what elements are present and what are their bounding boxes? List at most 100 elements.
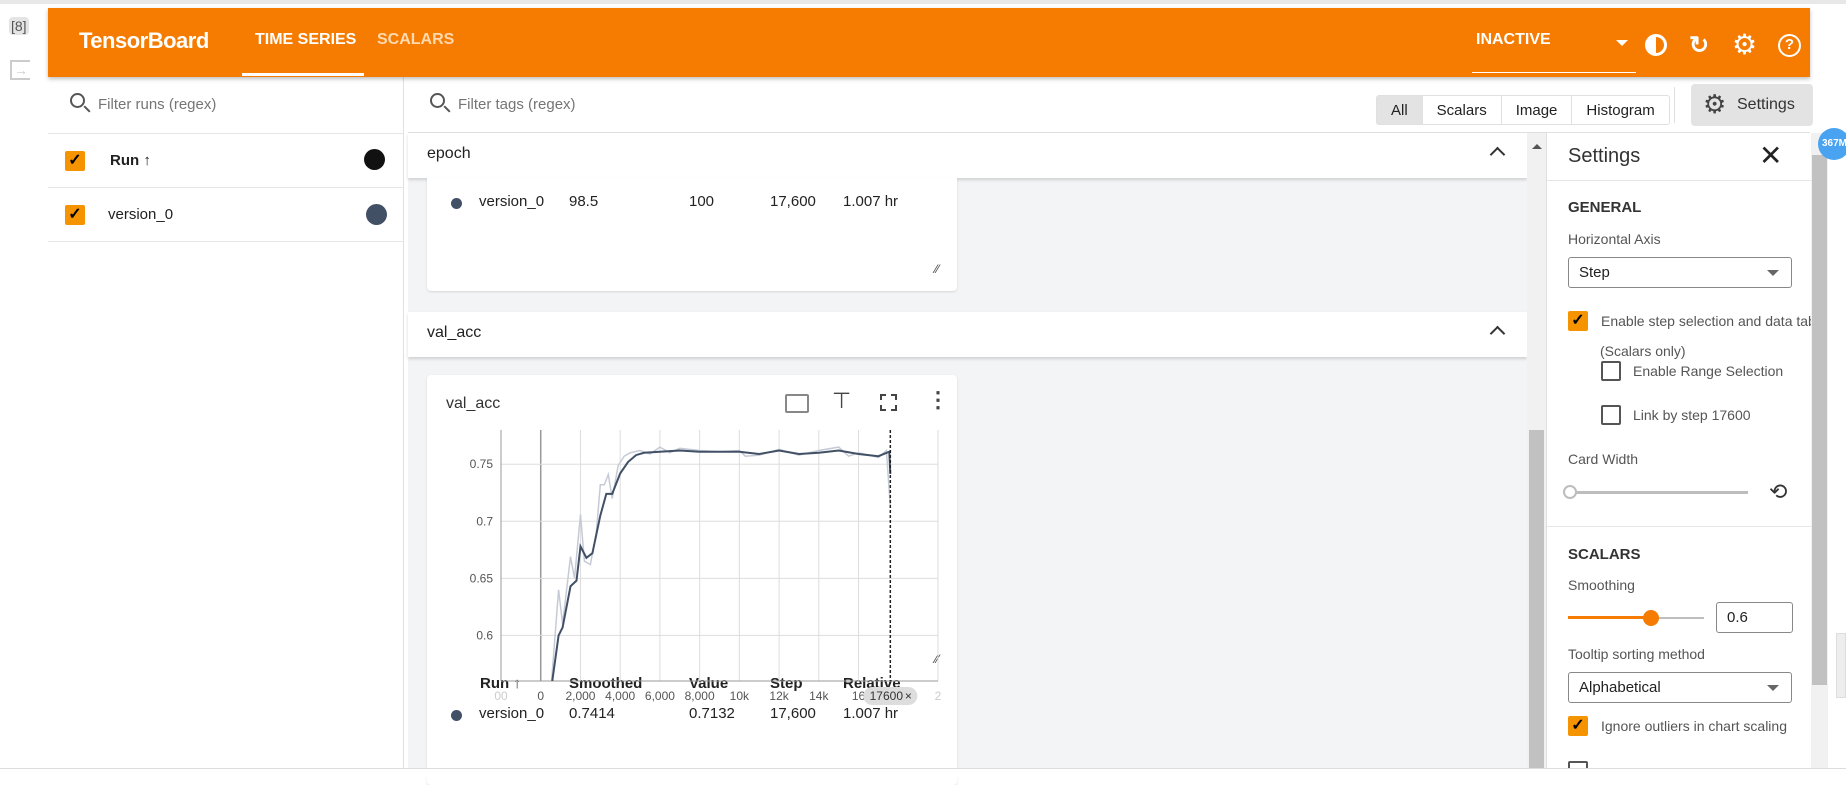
more-vert-icon[interactable]: ⋮	[927, 387, 949, 413]
active-tab-underline	[242, 73, 364, 76]
filter-histogram-button[interactable]: Histogram	[1571, 96, 1668, 124]
x-tick-label: 00	[494, 689, 508, 703]
x-tick-label: 14k	[809, 689, 829, 703]
cell-value: 100	[689, 193, 715, 210]
selected-value: Alphabetical	[1579, 679, 1661, 696]
card-width-slider-thumb[interactable]	[1563, 485, 1577, 499]
cell-step: 17,600	[770, 193, 816, 210]
tooltip-sort-select[interactable]: Alphabetical	[1568, 672, 1792, 703]
search-icon-handle	[443, 105, 451, 113]
divider	[48, 241, 404, 242]
smoothing-value: 0.6	[1727, 609, 1748, 626]
search-icon-handle	[83, 105, 91, 113]
runs-sidebar: ✓ Run ↑ ✓ version_0	[48, 77, 404, 777]
chevron-up-icon[interactable]	[1489, 146, 1506, 163]
link-by-step-checkbox[interactable]	[1601, 405, 1621, 425]
resize-handle-icon[interactable]: ⁄⁄	[935, 262, 939, 276]
settings-title: Settings	[1568, 145, 1641, 167]
scroll-up-arrow-icon[interactable]	[1532, 139, 1542, 149]
scalars-heading: SCALARS	[1568, 546, 1641, 563]
cell-run: version_0	[479, 193, 545, 210]
divider	[1547, 526, 1811, 527]
scrollbar-thumb[interactable]	[1529, 430, 1544, 777]
group-header-val-acc[interactable]: val_acc	[408, 312, 1527, 357]
tab-count-badge[interactable]: [8]	[9, 17, 29, 35]
range-selection-label: Enable Range Selection	[1633, 363, 1784, 379]
status-underline	[1472, 72, 1636, 73]
x-tick-label: 12k	[769, 689, 789, 703]
cell-smoothed: 98.5	[569, 193, 599, 210]
run-checkbox[interactable]: ✓	[65, 205, 85, 225]
x-tick-label: 2	[935, 689, 942, 703]
tooltip-sort-label: Tooltip sorting method	[1568, 646, 1705, 662]
memory-badge: 367M	[1818, 128, 1846, 160]
horizontal-axis-select[interactable]: Step	[1568, 257, 1792, 288]
x-tick-label: 8,000	[685, 689, 715, 703]
select-all-runs-checkbox[interactable]: ✓	[65, 151, 85, 171]
run-status-select[interactable]: INACTIVE	[1476, 31, 1551, 49]
scrollbar-thumb[interactable]	[1812, 155, 1827, 685]
tab-scalars[interactable]: SCALARS	[377, 31, 454, 49]
smoothing-slider-thumb[interactable]	[1643, 610, 1659, 626]
x-tick-label: 10k	[730, 689, 750, 703]
link-by-step-label: Link by step 17600	[1633, 407, 1751, 423]
refresh-icon[interactable]: ↻	[1689, 31, 1709, 60]
close-icon[interactable]: ✕	[1759, 139, 1782, 172]
smoothing-label: Smoothing	[1568, 577, 1635, 593]
plugin-type-filter: All Scalars Image Histogram	[1376, 95, 1670, 125]
filter-runs-input[interactable]	[98, 91, 378, 117]
range-selection-checkbox[interactable]	[1601, 361, 1621, 381]
divider	[48, 133, 404, 134]
x-tick-label: 0	[537, 689, 544, 703]
group-title: epoch	[427, 145, 471, 162]
val-acc-chart[interactable]: 00 0 2,000 4,000 6,000 8,000 10k 12k 14k 16 20.60.…	[440, 425, 950, 715]
main-toolbar: All Scalars Image Histogram ⚙ Settings	[408, 77, 1813, 133]
card-width-slider[interactable]	[1568, 491, 1748, 494]
main-scrollbar[interactable]	[1527, 133, 1546, 777]
side-scroll-tab[interactable]	[1836, 633, 1846, 698]
tab-time-series[interactable]: TIME SERIES	[255, 31, 356, 49]
y-tick-label: 0.7	[476, 514, 493, 528]
divider	[1674, 87, 1675, 123]
scalars-only-note: (Scalars only)	[1600, 343, 1686, 359]
bottom-border	[0, 768, 1846, 777]
remove-step-icon: ×	[905, 689, 912, 703]
filter-image-button[interactable]: Image	[1500, 96, 1572, 124]
general-heading: GENERAL	[1568, 199, 1642, 216]
group-title: val_acc	[427, 324, 482, 341]
caret-down-icon[interactable]	[1616, 40, 1628, 52]
filter-scalars-button[interactable]: Scalars	[1421, 96, 1501, 124]
y-tick-label: 0.75	[470, 457, 494, 471]
browser-side-strip: [8] →	[0, 8, 48, 777]
smoothing-input[interactable]: 0.6	[1716, 602, 1793, 633]
x-tick-label: 6,000	[645, 689, 675, 703]
palette-icon[interactable]	[364, 149, 385, 170]
ignore-outliers-checkbox[interactable]: ✓	[1568, 716, 1588, 736]
filter-tags-input[interactable]	[458, 91, 858, 117]
filter-all-button[interactable]: All	[1377, 96, 1422, 124]
group-header-epoch[interactable]: epoch	[408, 133, 1527, 178]
fit-domain-icon[interactable]	[785, 394, 809, 413]
settings-panel: Settings ✕ GENERAL Horizontal Axis Step …	[1546, 133, 1811, 777]
step-selection-checkbox[interactable]: ✓	[1568, 311, 1588, 331]
top-border	[0, 0, 1846, 4]
settings-button[interactable]: ⚙ Settings	[1691, 84, 1813, 126]
y-tick-label: 0.65	[470, 571, 494, 585]
series-line-smoothed	[551, 449, 892, 681]
reset-icon[interactable]: ⟲	[1769, 479, 1787, 505]
gear-icon[interactable]: ⚙	[1732, 28, 1757, 61]
chevron-up-icon[interactable]	[1489, 325, 1506, 342]
run-color-swatch[interactable]	[366, 204, 387, 225]
settings-scrollbar[interactable]	[1811, 133, 1828, 777]
brightness-icon[interactable]	[1645, 34, 1667, 56]
fullscreen-icon[interactable]	[880, 394, 897, 411]
horizontal-axis-label: Horizontal Axis	[1568, 231, 1661, 247]
pin-icon[interactable]: ⊤	[832, 388, 851, 414]
step-selection-label: Enable step selection and data tabl	[1601, 313, 1811, 329]
help-icon[interactable]: ?	[1778, 34, 1801, 57]
exit-icon[interactable]: →	[10, 60, 30, 80]
app-header: TensorBoard TIME SERIES SCALARS INACTIVE…	[48, 8, 1810, 77]
x-tick-label: 4,000	[605, 689, 635, 703]
run-column-header[interactable]: Run ↑	[110, 152, 151, 169]
epoch-card: version_0 98.5 100 17,600 1.007 hr ⁄⁄	[427, 178, 957, 291]
